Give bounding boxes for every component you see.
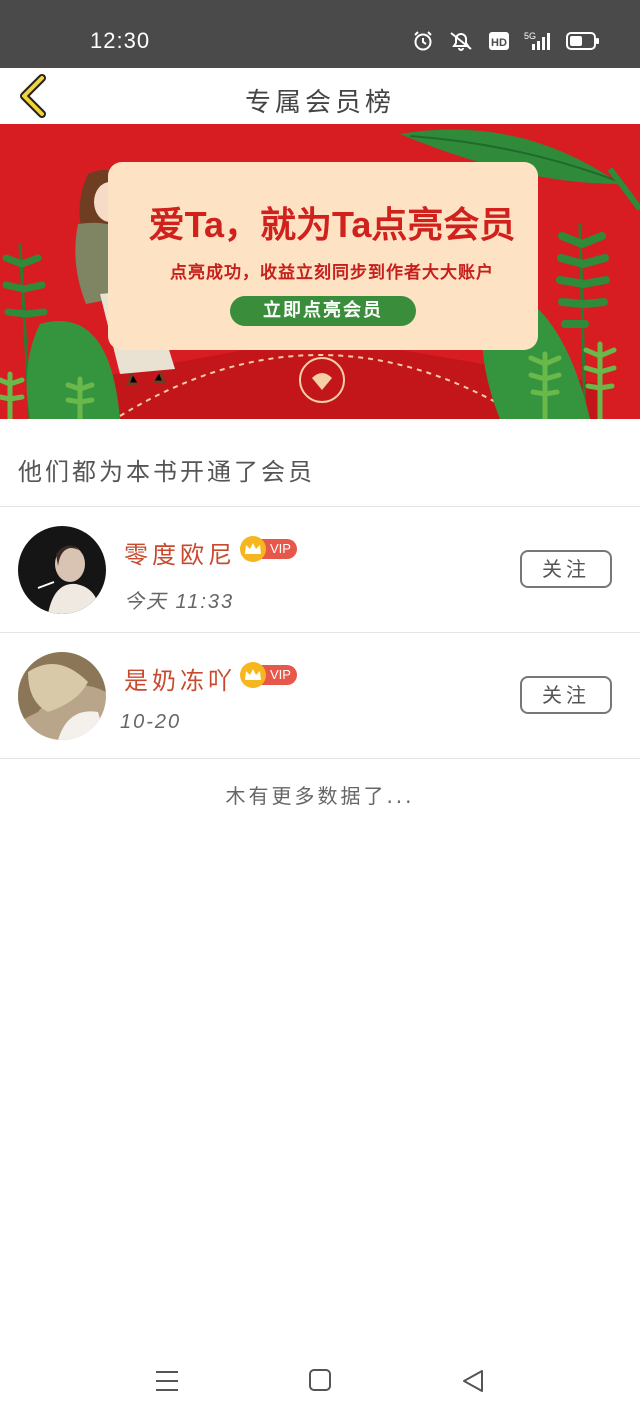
status-time: 12:30	[90, 28, 151, 53]
page-title: 专属会员榜	[244, 88, 395, 118]
member-time: 今天 11:33	[124, 591, 235, 613]
header-bar: 专属会员榜	[0, 68, 640, 124]
member-name: 零度欧尼	[124, 541, 236, 569]
back-icon[interactable]	[460, 1368, 486, 1398]
hd-icon: HD	[488, 31, 510, 51]
battery-icon	[566, 31, 600, 51]
crown-icon	[240, 536, 266, 562]
member-name: 是奶冻吖	[124, 667, 236, 695]
banner-headline: 爱Ta，就为Ta点亮会员	[148, 204, 516, 245]
home-icon[interactable]	[308, 1368, 332, 1396]
menu-icon[interactable]	[154, 1368, 180, 1398]
avatar[interactable]	[18, 652, 106, 740]
vip-badge: VIP	[240, 662, 297, 688]
follow-button[interactable]: 关注	[520, 676, 612, 714]
mute-icon	[448, 30, 474, 52]
svg-text:HD: HD	[491, 37, 507, 49]
svg-text:5G: 5G	[524, 31, 536, 41]
banner-subline: 点亮成功，收益立刻同步到作者大大账户	[170, 263, 494, 283]
divider	[0, 758, 640, 759]
alarm-icon	[412, 30, 434, 52]
member-time: 10-20	[120, 711, 182, 733]
follow-button[interactable]: 关注	[520, 550, 612, 588]
signal-5g-icon: 5G	[524, 30, 552, 52]
promo-banner[interactable]: 爱Ta，就为Ta点亮会员 点亮成功，收益立刻同步到作者大大账户 立即点亮会员	[0, 124, 640, 419]
system-nav-bar	[0, 1360, 640, 1406]
avatar[interactable]	[18, 526, 106, 614]
crown-icon	[240, 662, 266, 688]
list-item[interactable]: 零度欧尼 VIP 今天 11:33 关注	[0, 507, 640, 632]
activate-vip-button[interactable]: 立即点亮会员	[230, 296, 416, 326]
status-bar: 12:30 HD 5G	[0, 0, 640, 68]
no-more-data-text: 木有更多数据了...	[225, 784, 415, 808]
section-title: 他们都为本书开通了会员	[18, 458, 315, 486]
vip-badge: VIP	[240, 536, 297, 562]
list-item[interactable]: 是奶冻吖 VIP 10-20 关注	[0, 633, 640, 758]
